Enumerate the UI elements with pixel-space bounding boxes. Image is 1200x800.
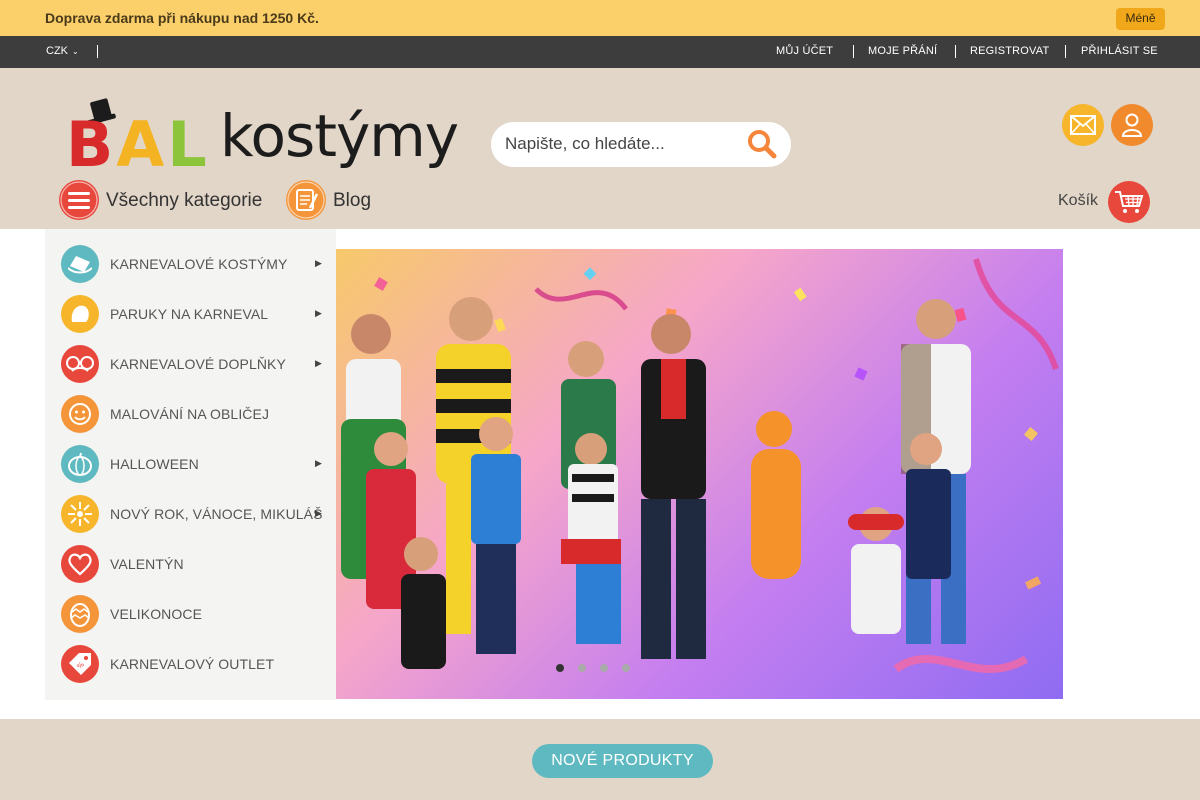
promo-less-button[interactable]: Méně <box>1116 8 1165 30</box>
hamburger-icon <box>59 180 99 220</box>
face-paint-icon <box>61 395 99 433</box>
chevron-down-icon: ⌄ <box>72 47 79 56</box>
category-label: MALOVÁNÍ NA OBLIČEJ <box>110 406 270 422</box>
easter-egg-icon <box>61 595 99 633</box>
category-label: VALENTÝN <box>110 556 184 572</box>
account-button[interactable] <box>1111 104 1153 146</box>
currency-label: CZK <box>46 45 68 57</box>
heart-icon <box>61 545 99 583</box>
chevron-right-icon: ▶ <box>315 458 322 468</box>
chevron-right-icon: ▶ <box>315 308 322 318</box>
hero-banner-image <box>341 258 1059 673</box>
currency-selector[interactable]: CZK ⌄ <box>46 45 79 57</box>
chevron-right-icon: ▶ <box>315 258 322 268</box>
category-item[interactable]: MALOVÁNÍ NA OBLIČEJ <box>45 389 336 439</box>
category-item[interactable]: VELIKONOCE <box>45 589 336 639</box>
pumpkin-icon <box>61 445 99 483</box>
blog-label: Blog <box>333 190 372 211</box>
wig-icon <box>61 295 99 333</box>
category-label: KARNEVALOVÝ OUTLET <box>110 656 275 672</box>
login-link[interactable]: PŘIHLÁSIT SE <box>1081 45 1158 57</box>
hat-icon <box>61 245 99 283</box>
chevron-right-icon: ▶ <box>315 358 322 368</box>
all-categories-label: Všechny kategorie <box>106 190 263 211</box>
divider <box>853 45 854 58</box>
header: BAL kostýmy Napište, co hledáte... Všech… <box>0 68 1200 229</box>
category-item[interactable]: VALENTÝN <box>45 539 336 589</box>
category-label: PARUKY NA KARNEVAL <box>110 306 269 322</box>
all-categories-menu[interactable]: Všechny kategorie <box>59 180 269 222</box>
category-item[interactable]: NOVÝ ROK, VÁNOCE, MIKULÁŠ ▶ <box>45 489 336 539</box>
category-item[interactable]: HALLOWEEN ▶ <box>45 439 336 489</box>
category-label: KARNEVALOVÉ KOSTÝMY <box>110 256 288 272</box>
contact-button[interactable] <box>1062 104 1104 146</box>
promo-bar: Doprava zdarma při nákupu nad 1250 Kč. M… <box>0 0 1200 36</box>
site-logo[interactable]: BAL kostýmy <box>62 98 462 181</box>
wishlist-link[interactable]: MOJE PŘÁNÍ <box>868 45 937 57</box>
main-content: KARNEVALOVÉ KOSTÝMY ▶ PARUKY NA KARNEVAL ▶ K… <box>0 229 1200 719</box>
category-item[interactable]: KARNEVALOVÉ KOSTÝMY ▶ <box>45 239 336 289</box>
shopping-cart-icon <box>1108 181 1150 223</box>
category-label: KARNEVALOVÉ DOPLŇKY <box>110 356 286 372</box>
cart-button[interactable]: Košík <box>1058 180 1153 223</box>
category-item[interactable]: PARUKY NA KARNEVAL ▶ <box>45 289 336 339</box>
slider-dot-2[interactable] <box>578 664 586 672</box>
search-input[interactable] <box>505 134 735 154</box>
slider-dot-3[interactable] <box>600 664 608 672</box>
slider-dot-4[interactable] <box>622 664 630 672</box>
envelope-icon <box>1070 115 1096 135</box>
divider <box>97 45 98 58</box>
price-tag-icon: % <box>61 645 99 683</box>
my-account-link[interactable]: MŮJ ÚČET <box>776 45 833 57</box>
slider-dot-1[interactable] <box>556 664 564 672</box>
category-label: NOVÝ ROK, VÁNOCE, MIKULÁŠ <box>110 506 323 522</box>
logo-kostymy: kostýmy <box>220 102 459 170</box>
hero-banner[interactable] <box>336 249 1063 699</box>
category-label: HALLOWEEN <box>110 456 199 472</box>
divider <box>1065 45 1066 58</box>
cart-label: Košík <box>1058 192 1099 209</box>
promo-text: Doprava zdarma při nákupu nad 1250 Kč. <box>45 10 319 26</box>
search-box <box>491 122 791 167</box>
register-link[interactable]: REGISTROVAT <box>970 45 1049 57</box>
divider <box>955 45 956 58</box>
category-item[interactable]: % KARNEVALOVÝ OUTLET <box>45 639 336 689</box>
category-label: VELIKONOCE <box>110 606 203 622</box>
blog-link[interactable]: Blog <box>286 180 386 222</box>
logo-bal: BAL <box>66 108 210 181</box>
new-products-heading[interactable]: NOVÉ PRODUKTY <box>532 744 713 778</box>
search-icon[interactable] <box>747 129 777 159</box>
glasses-icon <box>61 345 99 383</box>
chevron-right-icon: ▶ <box>315 508 322 518</box>
category-item[interactable]: KARNEVALOVÉ DOPLŇKY ▶ <box>45 339 336 389</box>
notepad-icon <box>286 180 326 220</box>
user-icon <box>1121 113 1143 137</box>
firework-icon <box>61 495 99 533</box>
top-bar: CZK ⌄ MŮJ ÚČET MOJE PŘÁNÍ REGISTROVAT PŘI… <box>0 36 1200 68</box>
category-menu: KARNEVALOVÉ KOSTÝMY ▶ PARUKY NA KARNEVAL ▶ K… <box>45 229 336 700</box>
